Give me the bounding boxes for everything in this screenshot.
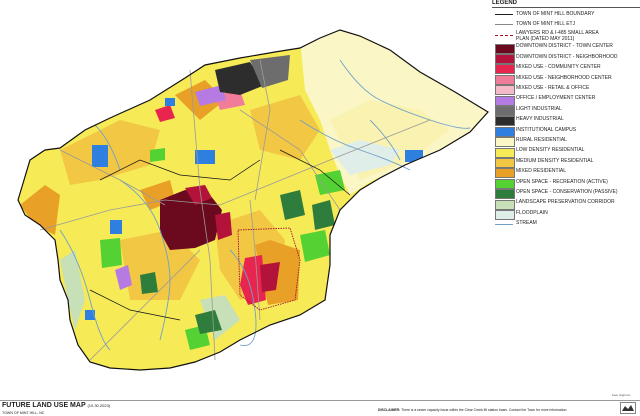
legend-item: RURAL RESIDENTIAL xyxy=(492,136,640,148)
legend-item: TOWN OF MINT HILL BOUNDARY xyxy=(492,10,640,20)
legend-item: LIGHT INDUSTRIAL xyxy=(492,105,640,116)
legend-swatch xyxy=(495,64,515,75)
open-space-active-1 xyxy=(100,238,122,268)
organization-name: TOWN OF MINT HILL, NC xyxy=(2,410,45,415)
legend-swatch xyxy=(495,126,515,137)
legend-item: MIXED RESIDENTIAL xyxy=(492,168,640,179)
legend-label: OPEN SPACE - CONSERVATION (PASSIVE) xyxy=(516,188,618,195)
legend-line-symbol xyxy=(495,14,513,15)
legend-item: OPEN SPACE - CONSERVATION (PASSIVE) xyxy=(492,188,640,200)
legend-item: LOW DENSITY RESIDENTIAL xyxy=(492,147,640,158)
legend-line-symbol xyxy=(495,24,513,26)
legend-label: DOWNTOWN DISTRICT - NEIGHBORHOOD xyxy=(516,53,618,60)
legend: LEGEND TOWN OF MINT HILL BOUNDARY TOWN OF… xyxy=(492,0,640,240)
map-canvas xyxy=(17,29,489,371)
legend-swatch xyxy=(495,157,515,168)
legend-label: MIXED USE - RETAIL & OFFICE xyxy=(516,84,590,91)
legend-label: LOW DENSITY RESIDENTIAL xyxy=(516,147,585,154)
legend-swatch xyxy=(495,53,515,64)
legend-item: LAWYERS RD & I-485 SMALL AREA PLAN (DATE… xyxy=(492,31,640,43)
legend-swatch xyxy=(495,95,515,106)
legend-label: LANDSCAPE PRESERVATION CORRIDOR xyxy=(516,199,615,206)
legend-title: LEGEND xyxy=(492,0,640,8)
legend-label: TOWN OF MINT HILL ETJ xyxy=(516,20,576,27)
open-space-active-5 xyxy=(150,148,165,162)
map-title-text: FUTURE LAND USE MAP xyxy=(2,402,86,409)
legend-item: FLOODPLAIN xyxy=(492,209,640,220)
legend-swatch xyxy=(495,105,515,116)
legend-item: DOWNTOWN DISTRICT - NEIGHBORHOOD xyxy=(492,53,640,64)
legend-item: MIXED USE - COMMUNITY CENTER xyxy=(492,64,640,75)
legend-item: HEAVY INDUSTRIAL xyxy=(492,116,640,127)
legend-label: MIXED USE - NEIGHBORHOOD CENTER xyxy=(516,74,612,81)
map-title-date: (10.30.2023) xyxy=(87,403,111,408)
legend-label: RURAL RESIDENTIAL xyxy=(516,136,567,143)
legend-swatch xyxy=(495,199,515,210)
legend-line-symbol xyxy=(495,34,513,36)
legend-line-symbol xyxy=(495,223,513,225)
legend-label: MEDIUM DENSITY RESIDENTIAL xyxy=(516,157,594,164)
legend-label: TOWN OF MINT HILL BOUNDARY xyxy=(516,10,595,17)
institutional-campus-1 xyxy=(92,145,108,167)
legend-label: FLOODPLAIN xyxy=(516,209,548,216)
map-title: FUTURE LAND USE MAP (10.30.2023) xyxy=(2,402,110,409)
legend-swatch xyxy=(495,43,515,54)
legend-label: OPEN SPACE - RECREATION (ACTIVE) xyxy=(516,178,608,185)
institutional-campus-5 xyxy=(165,98,175,106)
disclaimer: DISCLAIMER: There is a sewer capacity is… xyxy=(378,408,567,412)
legend-swatch xyxy=(495,189,515,200)
institutional-campus-3 xyxy=(110,220,122,234)
legend-label: STREAM xyxy=(516,220,537,227)
scale-note: Feet (Approx) xyxy=(612,393,631,397)
legend-item: STREAM xyxy=(492,220,640,230)
legend-label: MIXED RESIDENTIAL xyxy=(516,168,567,175)
legend-label: INSTITUTIONAL CAMPUS xyxy=(516,126,577,133)
legend-swatch xyxy=(495,168,515,179)
legend-swatch xyxy=(495,178,515,189)
legend-swatch xyxy=(495,137,515,148)
legend-swatch xyxy=(495,74,515,85)
legend-label: DOWNTOWN DISTRICT - TOWN CENTER xyxy=(516,43,613,50)
legend-item: MIXED USE - RETAIL & OFFICE xyxy=(492,84,640,96)
legend-label: HEAVY INDUSTRIAL xyxy=(516,116,564,123)
legend-swatch xyxy=(495,116,515,127)
legend-item: DOWNTOWN DISTRICT - TOWN CENTER xyxy=(492,43,640,54)
legend-swatch xyxy=(495,85,515,96)
open-space-conservation-4 xyxy=(140,272,158,294)
low-density-residential-area xyxy=(18,30,488,370)
legend-item: TOWN OF MINT HILL ETJ xyxy=(492,20,640,30)
legend-swatch xyxy=(495,209,515,220)
legend-item: OFFICE / EMPLOYMENT CENTER xyxy=(492,95,640,106)
downtown-neighborhood-e xyxy=(215,212,232,240)
legend-label: OFFICE / EMPLOYMENT CENTER xyxy=(516,95,596,102)
legend-label: LIGHT INDUSTRIAL xyxy=(516,105,562,112)
land-use-map[interactable] xyxy=(0,0,492,400)
disclaimer-label: DISCLAIMER: xyxy=(378,408,401,412)
legend-item: LANDSCAPE PRESERVATION CORRIDOR xyxy=(492,199,640,210)
legend-item: MEDIUM DENSITY RESIDENTIAL xyxy=(492,157,640,168)
disclaimer-text: There is a sewer capacity issue within t… xyxy=(401,408,568,412)
legend-swatch xyxy=(495,147,515,158)
institutional-campus-4 xyxy=(405,150,423,162)
legend-label: LAWYERS RD & I-485 SMALL AREA PLAN (DATE… xyxy=(516,30,599,42)
legend-item: OPEN SPACE - RECREATION (ACTIVE) xyxy=(492,178,640,189)
map-footer: FUTURE LAND USE MAP (10.30.2023) TOWN OF… xyxy=(0,400,640,416)
town-logo-icon xyxy=(620,402,636,414)
legend-item: INSTITUTIONAL CAMPUS xyxy=(492,126,640,137)
legend-item: MIXED USE - NEIGHBORHOOD CENTER xyxy=(492,74,640,85)
legend-label: MIXED USE - COMMUNITY CENTER xyxy=(516,64,601,71)
